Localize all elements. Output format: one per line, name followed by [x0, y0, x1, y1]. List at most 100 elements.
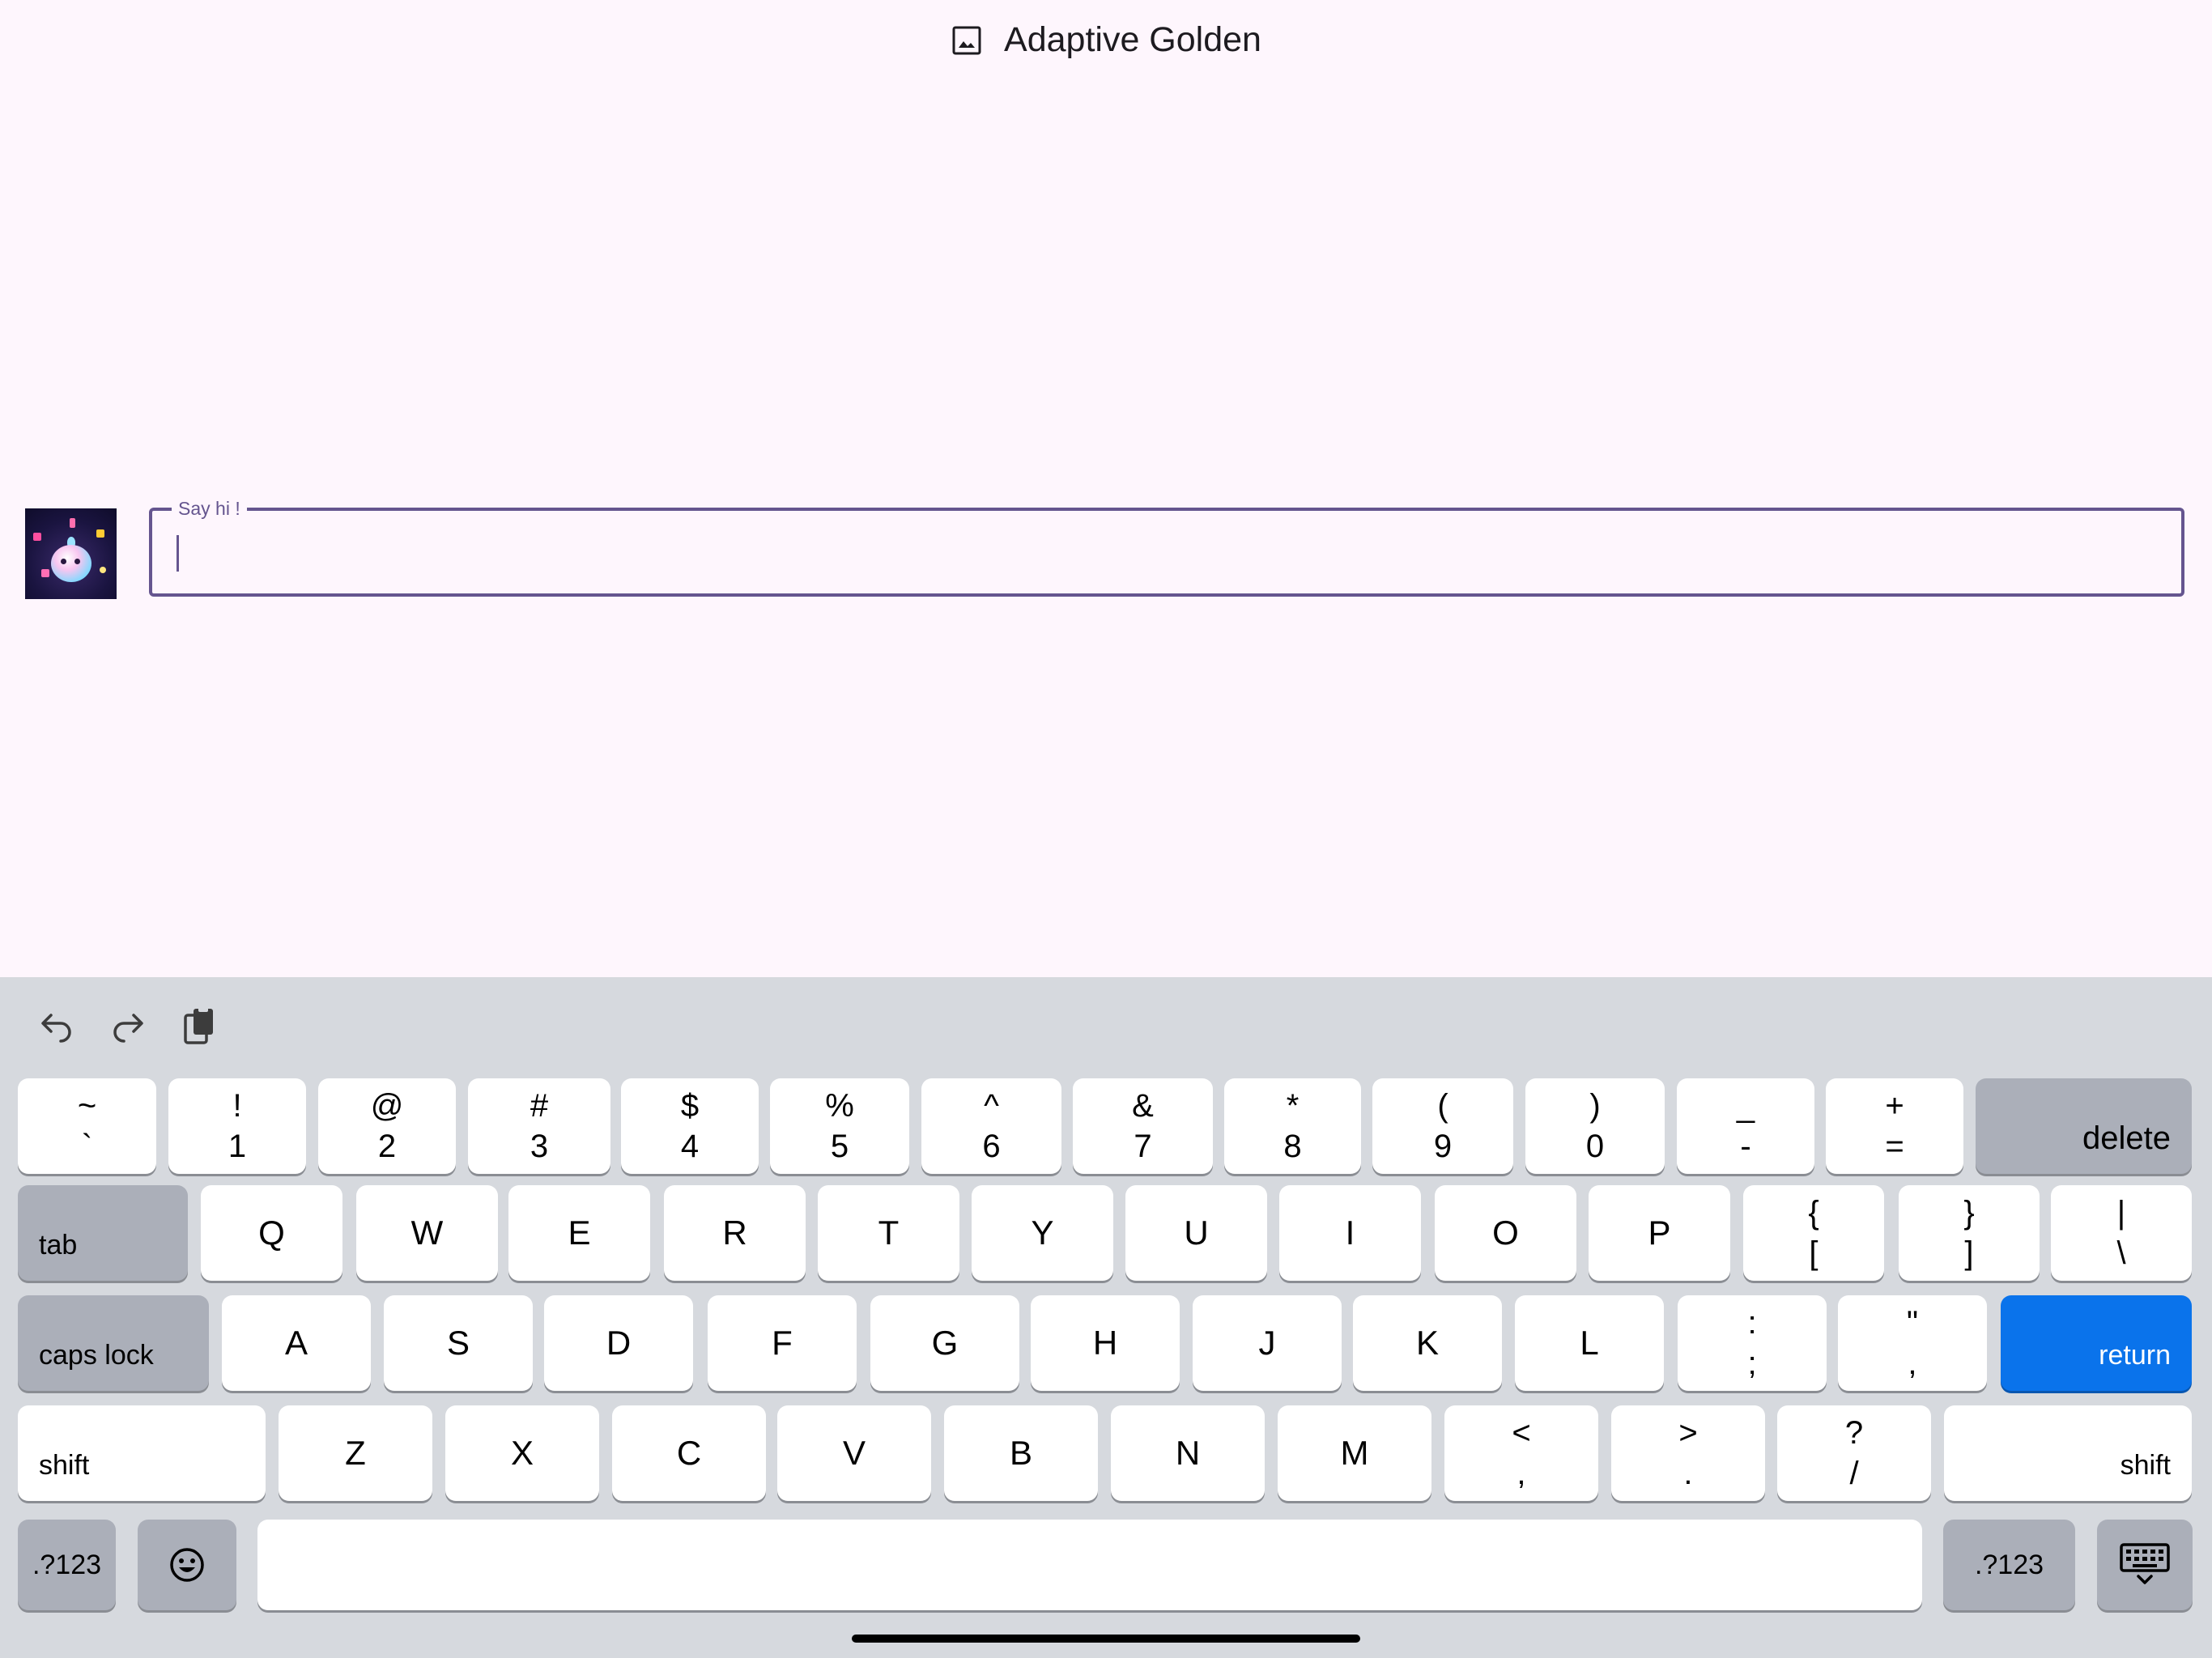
key-l[interactable]: L [1515, 1295, 1664, 1391]
key-f[interactable]: F [708, 1295, 857, 1391]
key-h[interactable]: H [1031, 1295, 1180, 1391]
key---label: _ - [1737, 1086, 1755, 1167]
key-z[interactable]: Z [279, 1405, 432, 1501]
key-k[interactable]: K [1353, 1295, 1502, 1391]
numbers-key-left-label: .?123 [32, 1550, 102, 1580]
key-0-label: ) 0 [1586, 1086, 1604, 1167]
key-5[interactable]: % 5 [770, 1078, 909, 1174]
key-w[interactable]: W [356, 1185, 498, 1281]
undo-icon[interactable] [32, 1001, 81, 1050]
key-y[interactable]: Y [972, 1185, 1113, 1281]
key-period[interactable]: >. [1611, 1405, 1765, 1501]
key-8[interactable]: * 8 [1224, 1078, 1361, 1174]
key-slash[interactable]: ? / [1777, 1405, 1931, 1501]
key-7-base-label: 7 [1134, 1129, 1152, 1164]
keyboard-toolbar [32, 1001, 223, 1050]
shift-left-key[interactable]: shift [18, 1405, 266, 1501]
key-l-label: L [1580, 1324, 1599, 1362]
delete-key[interactable]: delete [1976, 1078, 2192, 1174]
return-key[interactable]: return [2001, 1295, 2192, 1391]
key-q[interactable]: Q [201, 1185, 342, 1281]
key-p[interactable]: P [1589, 1185, 1730, 1281]
key-b[interactable]: B [944, 1405, 1098, 1501]
key-v[interactable]: V [777, 1405, 931, 1501]
key-g[interactable]: G [870, 1295, 1019, 1391]
key-bracket-left[interactable]: {[ [1743, 1185, 1884, 1281]
key-x[interactable]: X [445, 1405, 599, 1501]
key-m[interactable]: M [1278, 1405, 1431, 1501]
key--[interactable]: _ - [1677, 1078, 1814, 1174]
onscreen-keyboard: delete tab caps lock return shift shift … [0, 977, 2212, 1658]
key-bracket-right[interactable]: }] [1899, 1185, 2040, 1281]
image-icon [952, 26, 981, 54]
tab-key[interactable]: tab [18, 1185, 188, 1281]
key-d[interactable]: D [544, 1295, 693, 1391]
key-j-label: J [1258, 1324, 1276, 1362]
emoji-icon [170, 1548, 204, 1582]
key-=-base-label: = [1885, 1129, 1904, 1164]
key-backtick[interactable]: ~ ` [18, 1078, 156, 1174]
key-a[interactable]: A [222, 1295, 371, 1391]
key-semicolon-base-label: ; [1747, 1346, 1757, 1381]
shift-right-key[interactable]: shift [1944, 1405, 2192, 1501]
message-input[interactable] [185, 527, 2131, 577]
key-6[interactable]: ^ 6 [921, 1078, 1061, 1174]
key-comma[interactable]: <, [1444, 1405, 1598, 1501]
space-key[interactable] [257, 1520, 1922, 1610]
key-2-shift-label: @ [370, 1088, 404, 1124]
key-r[interactable]: R [664, 1185, 806, 1281]
numbers-key-right[interactable]: .?123 [1943, 1520, 2075, 1610]
key-quote[interactable]: ", [1838, 1295, 1987, 1391]
key-t[interactable]: T [818, 1185, 959, 1281]
clipboard-icon[interactable] [175, 1001, 223, 1050]
key-comma-label: <, [1512, 1413, 1530, 1494]
key-1-label: ! 1 [228, 1086, 246, 1167]
text-caret [177, 535, 179, 572]
key-0[interactable]: ) 0 [1525, 1078, 1665, 1174]
key-2[interactable]: @2 [318, 1078, 456, 1174]
key-slash-label: ? / [1845, 1413, 1863, 1494]
key-o[interactable]: O [1435, 1185, 1576, 1281]
key-2-label: @2 [371, 1086, 404, 1167]
key-backslash[interactable]: | \ [2051, 1185, 2192, 1281]
key-7[interactable]: & 7 [1073, 1078, 1213, 1174]
key-slash-base-label: / [1849, 1456, 1859, 1491]
key-6-shift-label: ^ [984, 1088, 999, 1124]
key-f-label: F [772, 1324, 793, 1362]
key-backtick-label: ~ ` [78, 1086, 96, 1167]
key-j[interactable]: J [1193, 1295, 1342, 1391]
key-k-label: K [1415, 1324, 1439, 1362]
keyboard-dismiss-key[interactable] [2097, 1520, 2193, 1610]
key-comma-shift-label: < [1512, 1415, 1531, 1451]
key-c-label: C [676, 1434, 702, 1472]
key-bracket-right-label: }] [1963, 1192, 1974, 1273]
caps-lock-key[interactable]: caps lock [18, 1295, 209, 1391]
numbers-key-left[interactable]: .?123 [18, 1520, 116, 1610]
key-c[interactable]: C [612, 1405, 766, 1501]
key-5-label: % 5 [825, 1086, 854, 1167]
key-e-label: E [568, 1214, 591, 1252]
key-n[interactable]: N [1111, 1405, 1265, 1501]
key-9-base-label: 9 [1433, 1129, 1453, 1164]
page-title: Adaptive Golden [1004, 20, 1261, 59]
key-quote-shift-label: " [1906, 1305, 1919, 1341]
key-e[interactable]: E [508, 1185, 650, 1281]
key-i[interactable]: I [1279, 1185, 1421, 1281]
key-1[interactable]: ! 1 [168, 1078, 306, 1174]
key-s[interactable]: S [384, 1295, 533, 1391]
key-4[interactable]: $4 [621, 1078, 759, 1174]
key-y-label: Y [1031, 1214, 1054, 1252]
key-u[interactable]: U [1125, 1185, 1267, 1281]
message-field[interactable]: Say hi ! [149, 496, 2184, 597]
key-9[interactable]: (9 [1372, 1078, 1513, 1174]
key-r-label: R [722, 1214, 747, 1252]
emoji-key[interactable] [138, 1520, 236, 1610]
key-=[interactable]: + = [1826, 1078, 1963, 1174]
key-semicolon[interactable]: :; [1678, 1295, 1827, 1391]
key-9-label: (9 [1434, 1086, 1452, 1167]
key-7-shift-label: & [1132, 1088, 1154, 1124]
key-bracket-left-shift-label: { [1808, 1195, 1819, 1231]
key-3[interactable]: #3 [468, 1078, 610, 1174]
redo-icon[interactable] [104, 1001, 152, 1050]
return-key-label: return [2099, 1340, 2171, 1371]
